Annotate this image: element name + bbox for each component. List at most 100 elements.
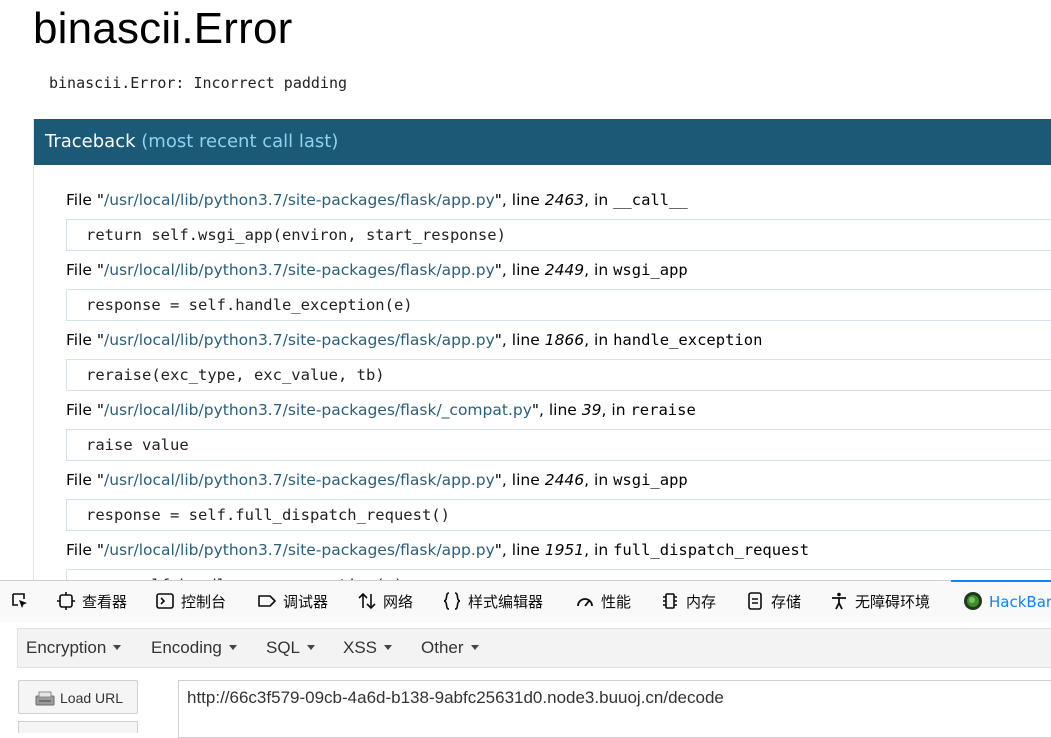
tab-label: 内存 <box>686 593 717 611</box>
tab-label: 控制台 <box>181 593 227 611</box>
frame-function: reraise <box>630 401 696 419</box>
tab-label: 存储 <box>771 593 802 611</box>
file-label: File <box>66 541 92 559</box>
frame-function: wsgi_app <box>613 261 688 279</box>
tab-hackbar[interactable]: HackBar <box>950 580 1051 623</box>
style-editor-icon <box>443 591 461 610</box>
frame-file: /usr/local/lib/python3.7/site-packages/f… <box>104 541 495 559</box>
accessibility-icon <box>832 592 846 609</box>
caret-down-icon <box>113 645 122 651</box>
error-page: binascii.Error binascii.Error: Incorrect… <box>0 0 1051 580</box>
frame-line-number: 1866 <box>544 331 585 349</box>
frame-line-number: 2463 <box>544 191 585 209</box>
tab-label: HackBar <box>989 593 1051 611</box>
error-title: binascii.Error <box>33 4 293 53</box>
tab-style-editor[interactable]: 样式编辑器 <box>442 581 543 623</box>
traceback-panel: Traceback (most recent call last) File "… <box>33 119 1051 580</box>
tab-label: 无障碍环境 <box>855 593 931 611</box>
load-url-label: Load URL <box>60 690 124 706</box>
file-label: File <box>66 401 92 419</box>
hackbar-panel: Encryption Encoding SQL XSS Other Load U… <box>0 622 1051 738</box>
traceback-frame[interactable]: File "/usr/local/lib/python3.7/site-pack… <box>66 259 1051 321</box>
hackbar-icon <box>964 591 982 610</box>
frame-file: /usr/local/lib/python3.7/site-packages/f… <box>104 471 495 489</box>
frame-function: full_dispatch_request <box>613 541 810 559</box>
console-icon <box>156 592 174 609</box>
tab-label: 查看器 <box>82 593 128 611</box>
hackbar-menu: Encryption Encoding SQL XSS Other <box>17 628 1051 668</box>
frame-file: /usr/local/lib/python3.7/site-packages/f… <box>104 331 495 349</box>
error-message: binascii.Error: Incorrect padding <box>49 74 348 92</box>
in-label: in <box>594 471 609 489</box>
tab-label: 样式编辑器 <box>468 593 544 611</box>
element-picker-button[interactable] <box>10 581 36 623</box>
frame-source-line[interactable]: response = self.handle_exception(e) <box>66 289 1051 321</box>
url-input[interactable]: http://66c3f579-09cb-4a6d-b138-9abfc2563… <box>178 680 1051 738</box>
memory-icon <box>663 592 677 609</box>
frame-file: /usr/local/lib/python3.7/site-packages/f… <box>104 191 495 209</box>
tab-storage[interactable]: 存储 <box>745 581 801 623</box>
xss-menu[interactable]: XSS <box>343 629 393 667</box>
line-label: line <box>548 401 577 419</box>
in-label: in <box>594 261 609 279</box>
encryption-menu[interactable]: Encryption <box>26 629 122 667</box>
traceback-header[interactable]: Traceback (most recent call last) <box>34 119 1051 165</box>
frame-file: /usr/local/lib/python3.7/site-packages/f… <box>104 261 495 279</box>
frame-source-line[interactable]: raise value <box>66 429 1051 461</box>
storage-icon <box>748 591 762 610</box>
encoding-menu[interactable]: Encoding <box>151 629 237 667</box>
frame-source-line[interactable]: reraise(exc_type, exc_value, tb) <box>66 359 1051 391</box>
caret-down-icon <box>470 645 479 651</box>
frame-source-line[interactable]: rv = self.handle_user_exception(e) <box>66 569 1051 580</box>
performance-icon <box>577 597 593 607</box>
traceback-frame[interactable]: File "/usr/local/lib/python3.7/site-pack… <box>66 329 1051 391</box>
traceback-frame[interactable]: File "/usr/local/lib/python3.7/site-pack… <box>66 539 1051 580</box>
frame-file: /usr/local/lib/python3.7/site-packages/f… <box>104 401 532 419</box>
frame-line-number: 2449 <box>544 261 585 279</box>
menu-label: Encryption <box>26 638 107 657</box>
tab-memory[interactable]: 内存 <box>660 581 716 623</box>
tab-performance[interactable]: 性能 <box>575 581 631 623</box>
debugger-icon <box>258 594 276 607</box>
split-url-button[interactable] <box>18 721 138 733</box>
frame-line-number: 1951 <box>544 541 585 559</box>
tab-accessibility[interactable]: 无障碍环境 <box>829 581 930 623</box>
file-label: File <box>66 191 92 209</box>
in-label: in <box>594 541 609 559</box>
file-label: File <box>66 331 92 349</box>
file-label: File <box>66 261 92 279</box>
traceback-frame[interactable]: File "/usr/local/lib/python3.7/site-pack… <box>66 399 1051 461</box>
menu-label: XSS <box>343 638 378 657</box>
tab-debugger[interactable]: 调试器 <box>257 581 328 623</box>
tab-label: 调试器 <box>283 593 329 611</box>
traceback-frame[interactable]: File "/usr/local/lib/python3.7/site-pack… <box>66 189 1051 251</box>
frame-line-number: 2446 <box>544 471 585 489</box>
frame-function: __call__ <box>613 191 688 209</box>
menu-label: SQL <box>266 638 301 657</box>
load-url-button[interactable]: Load URL <box>18 680 138 714</box>
frame-source-line[interactable]: response = self.full_dispatch_request() <box>66 499 1051 531</box>
caret-down-icon <box>228 645 237 651</box>
frame-source-line[interactable]: return self.wsgi_app(environ, start_resp… <box>66 219 1051 251</box>
in-label: in <box>594 331 609 349</box>
traceback-frame[interactable]: File "/usr/local/lib/python3.7/site-pack… <box>66 469 1051 531</box>
inspector-pick-icon <box>12 592 27 608</box>
tab-network[interactable]: 网络 <box>357 581 413 623</box>
tab-label: 性能 <box>601 593 632 611</box>
caret-down-icon <box>307 645 316 651</box>
frame-function: handle_exception <box>613 331 763 349</box>
tab-inspector[interactable]: 查看器 <box>56 581 127 623</box>
frame-line-number: 39 <box>581 401 602 419</box>
tab-console[interactable]: 控制台 <box>155 581 226 623</box>
menu-label: Other <box>421 638 464 657</box>
traceback-subtitle: (most recent call last) <box>141 131 339 152</box>
sql-menu[interactable]: SQL <box>266 629 316 667</box>
line-label: line <box>511 541 540 559</box>
line-label: line <box>511 191 540 209</box>
line-label: line <box>511 331 540 349</box>
in-label: in <box>611 401 626 419</box>
tab-label: 网络 <box>383 593 414 611</box>
file-label: File <box>66 471 92 489</box>
menu-label: Encoding <box>151 638 222 657</box>
other-menu[interactable]: Other <box>421 629 479 667</box>
